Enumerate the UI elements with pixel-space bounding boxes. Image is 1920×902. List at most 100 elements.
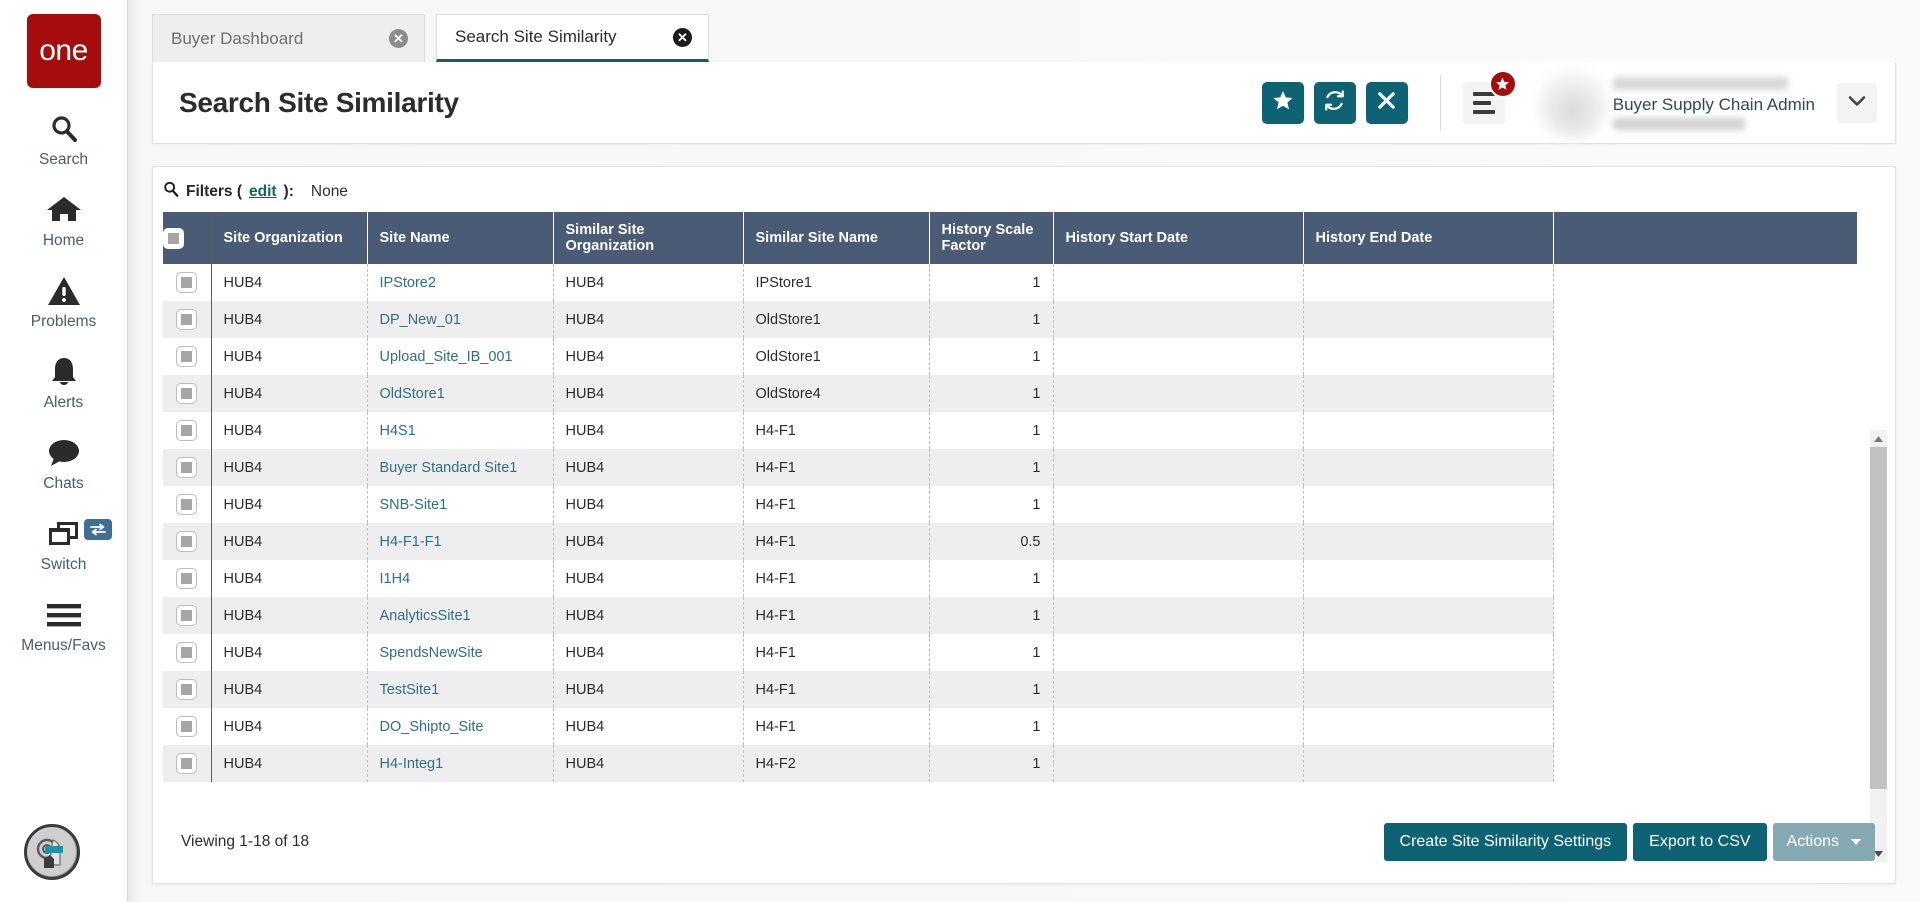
create-site-similarity-settings-button[interactable]: Create Site Similarity Settings (1383, 823, 1628, 861)
table-row[interactable]: HUB4 TestSite1 HUB4 H4-F1 1 (163, 671, 1857, 708)
table-scrollbar[interactable] (1870, 430, 1887, 862)
site-name-link[interactable]: H4-Integ1 (380, 756, 444, 772)
row-select-cell[interactable] (163, 338, 212, 375)
site-name-link[interactable]: H4S1 (380, 423, 416, 439)
column-header[interactable]: Similar Site Name (743, 212, 930, 264)
table-row[interactable]: HUB4 Buyer Standard Site1 HUB4 H4-F1 1 (163, 449, 1857, 486)
row-select-cell[interactable] (163, 264, 212, 301)
row-checkbox[interactable] (176, 679, 198, 700)
row-select-cell[interactable] (163, 560, 212, 597)
column-header[interactable]: History Scale Factor (929, 212, 1054, 264)
site-name-link[interactable]: Upload_Site_IB_001 (380, 349, 513, 365)
site-name-link[interactable]: AnalyticsSite1 (380, 608, 471, 624)
export-to-csv-button[interactable]: Export to CSV (1633, 823, 1767, 861)
table-cell-site-name[interactable]: AnalyticsSite1 (367, 597, 554, 634)
tab-search-site-similarity[interactable]: Search Site Similarity ✕ (436, 14, 709, 62)
table-cell-site-name[interactable]: IPStore2 (367, 264, 554, 301)
sidebar-item-problems[interactable]: Problems (0, 272, 128, 331)
row-select-cell[interactable] (163, 449, 212, 486)
table-cell-site-name[interactable]: H4S1 (367, 412, 554, 449)
table-row[interactable]: HUB4 H4S1 HUB4 H4-F1 1 (163, 412, 1857, 449)
column-header[interactable]: Site Organization (211, 212, 368, 264)
row-checkbox[interactable] (176, 457, 198, 478)
row-checkbox[interactable] (176, 531, 198, 552)
site-name-link[interactable]: OldStore1 (380, 386, 445, 402)
row-select-cell[interactable] (163, 708, 212, 745)
row-checkbox[interactable] (176, 346, 198, 367)
site-name-link[interactable]: TestSite1 (380, 682, 440, 698)
row-select-cell[interactable] (163, 634, 212, 671)
user-menu-button[interactable] (1837, 83, 1877, 123)
table-cell-site-name[interactable]: SNB-Site1 (367, 486, 554, 523)
site-name-link[interactable]: H4-F1-F1 (380, 534, 442, 550)
table-cell-site-name[interactable]: TestSite1 (367, 671, 554, 708)
table-row[interactable]: HUB4 H4-F1-F1 HUB4 H4-F1 0.5 (163, 523, 1857, 560)
table-row[interactable]: HUB4 SNB-Site1 HUB4 H4-F1 1 (163, 486, 1857, 523)
select-all-checkbox[interactable] (163, 227, 184, 249)
table-row[interactable]: HUB4 Upload_Site_IB_001 HUB4 OldStore1 1 (163, 338, 1857, 375)
table-cell-site-name[interactable]: DP_New_01 (367, 301, 554, 338)
row-select-cell[interactable] (163, 671, 212, 708)
row-checkbox[interactable] (176, 642, 198, 663)
row-checkbox[interactable] (176, 309, 198, 330)
table-row[interactable]: HUB4 DP_New_01 HUB4 OldStore1 1 (163, 301, 1857, 338)
table-cell-site-name[interactable]: OldStore1 (367, 375, 554, 412)
row-checkbox[interactable] (176, 420, 198, 441)
select-all-header[interactable] (163, 212, 212, 264)
row-select-cell[interactable] (163, 301, 212, 338)
sidebar-item-switch[interactable]: Switch (0, 515, 128, 574)
close-button[interactable] (1365, 82, 1408, 124)
site-name-link[interactable]: SNB-Site1 (380, 497, 448, 513)
table-cell-site-name[interactable]: SpendsNewSite (367, 634, 554, 671)
row-select-cell[interactable] (163, 412, 212, 449)
row-checkbox[interactable] (176, 753, 198, 774)
row-select-cell[interactable] (163, 597, 212, 634)
site-name-link[interactable]: SpendsNewSite (380, 645, 483, 661)
actions-button[interactable]: Actions (1772, 823, 1875, 861)
site-name-link[interactable]: IPStore2 (380, 275, 436, 291)
scroll-up-arrow[interactable] (1870, 430, 1887, 447)
table-cell-site-name[interactable]: H4-F1-F1 (367, 523, 554, 560)
row-select-cell[interactable] (163, 745, 212, 782)
column-header[interactable]: History End Date (1303, 212, 1554, 264)
row-checkbox[interactable] (176, 716, 198, 737)
table-row[interactable]: HUB4 H4-Integ1 HUB4 H4-F2 1 (163, 745, 1857, 782)
table-row[interactable]: HUB4 AnalyticsSite1 HUB4 H4-F1 1 (163, 597, 1857, 634)
row-select-cell[interactable] (163, 523, 212, 560)
site-name-link[interactable]: I1H4 (380, 571, 411, 587)
row-checkbox[interactable] (176, 383, 198, 404)
site-name-link[interactable]: Buyer Standard Site1 (380, 460, 518, 476)
menus-favs-button[interactable] (1462, 70, 1517, 124)
sidebar-item-menus-favs[interactable]: Menus/Favs (0, 596, 128, 655)
row-select-cell[interactable] (163, 375, 212, 412)
table-cell-site-name[interactable]: I1H4 (367, 560, 554, 597)
row-checkbox[interactable] (176, 568, 198, 589)
sidebar-item-alerts[interactable]: Alerts (0, 353, 128, 412)
table-cell-site-name[interactable]: Buyer Standard Site1 (367, 449, 554, 486)
row-select-cell[interactable] (163, 486, 212, 523)
column-header[interactable]: Similar Site Organization (553, 212, 744, 264)
table-row[interactable]: HUB4 I1H4 HUB4 H4-F1 1 (163, 560, 1857, 597)
row-checkbox[interactable] (176, 605, 198, 626)
row-checkbox[interactable] (176, 494, 198, 515)
robot-assistant-avatar[interactable] (24, 824, 80, 880)
close-icon[interactable]: ✕ (673, 27, 692, 47)
favorite-button[interactable] (1261, 82, 1304, 124)
table-row[interactable]: HUB4 SpendsNewSite HUB4 H4-F1 1 (163, 634, 1857, 671)
scrollbar-track[interactable] (1870, 447, 1887, 845)
switch-toggle-badge[interactable] (83, 519, 112, 540)
column-header[interactable]: History Start Date (1053, 212, 1304, 264)
sidebar-item-chats[interactable]: Chats (0, 434, 128, 493)
refresh-button[interactable] (1313, 82, 1356, 124)
scrollbar-thumb[interactable] (1870, 447, 1887, 789)
column-header[interactable]: Site Name (367, 212, 554, 264)
one-network-logo[interactable]: one (26, 14, 101, 88)
row-checkbox[interactable] (176, 272, 198, 293)
table-cell-site-name[interactable]: DO_Shipto_Site (367, 708, 554, 745)
table-row[interactable]: HUB4 DO_Shipto_Site HUB4 H4-F1 1 (163, 708, 1857, 745)
table-row[interactable]: HUB4 IPStore2 HUB4 IPStore1 1 (163, 264, 1857, 301)
sidebar-item-search[interactable]: Search (0, 110, 128, 169)
sidebar-item-home[interactable]: Home (0, 191, 128, 250)
site-name-link[interactable]: DO_Shipto_Site (380, 719, 484, 735)
avatar[interactable] (1536, 67, 1609, 139)
